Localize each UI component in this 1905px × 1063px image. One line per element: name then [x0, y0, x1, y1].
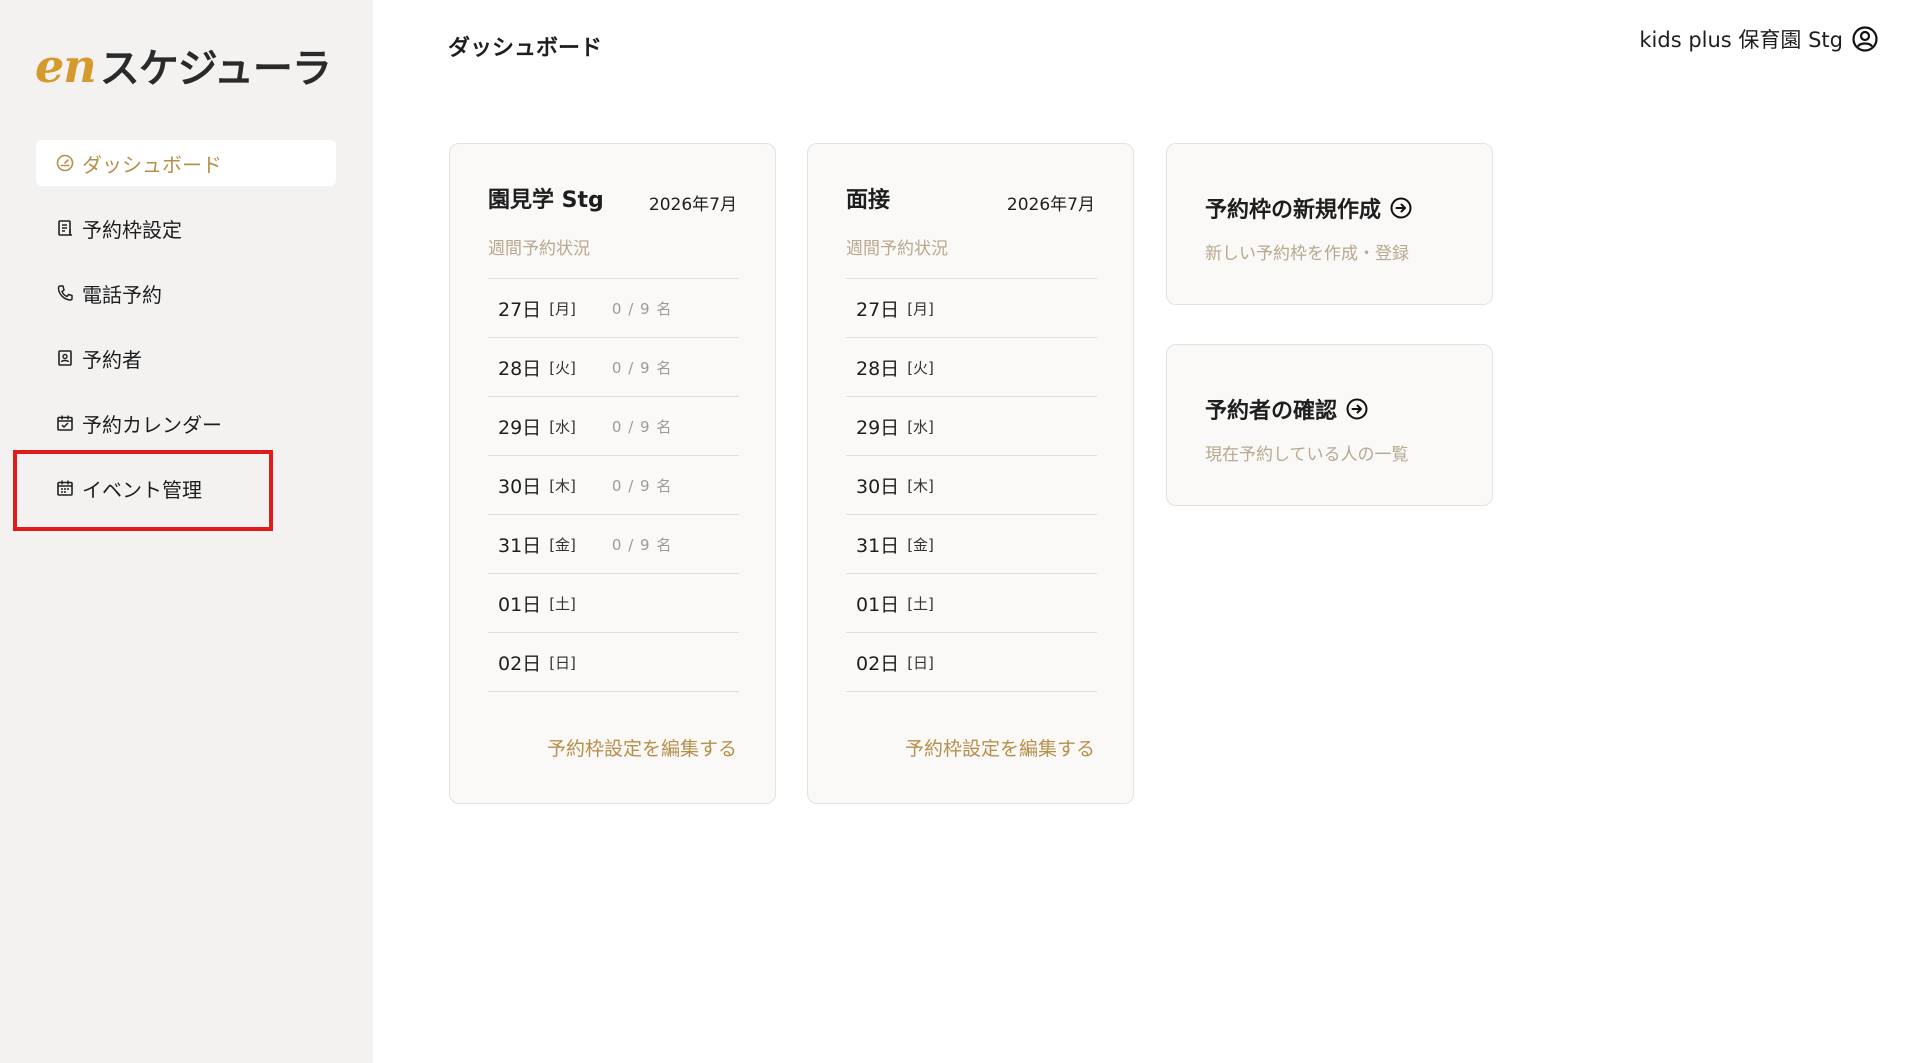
- weekly-list: 27日 [月] 28日 [火] 29日 [水] 30日 [木] 31日 [金] 01日 [土…: [846, 278, 1097, 692]
- row-day: 27日: [856, 298, 900, 321]
- sidebar-item-reservers[interactable]: 予約者: [36, 335, 336, 381]
- dashboard-gauge-icon: [54, 152, 76, 174]
- list-item: 28日 [火]: [846, 338, 1097, 397]
- sidebar-item-event-management[interactable]: イベント管理: [36, 465, 336, 511]
- row-day: 31日: [856, 534, 900, 557]
- row-day: 31日: [498, 534, 542, 557]
- card-title: 面接: [846, 188, 891, 213]
- row-day: 28日: [498, 357, 542, 380]
- action-subtitle: 新しい予約枠を作成・登録: [1205, 244, 1409, 264]
- list-item: 28日 [火] 0 / 9 名: [488, 338, 739, 397]
- sidebar-item-label: 予約カレンダー: [82, 412, 222, 437]
- row-weekday: [月]: [549, 299, 576, 318]
- sidebar: en スケジューラ ダッシュボード 予約枠設定 電話予約 予約者 予約カレンダー…: [0, 0, 373, 1063]
- sidebar-item-label: イベント管理: [82, 477, 202, 502]
- row-count: 0 / 9 名: [611, 535, 673, 554]
- row-weekday: [火]: [549, 358, 576, 377]
- row-day: 30日: [856, 475, 900, 498]
- list-item: 02日 [日]: [846, 633, 1097, 692]
- phone-icon: [54, 282, 76, 304]
- row-weekday: [日]: [549, 653, 576, 672]
- logo-en: en: [35, 39, 97, 93]
- row-day: 01日: [856, 593, 900, 616]
- sidebar-item-slot-settings[interactable]: 予約枠設定: [36, 205, 336, 251]
- row-day: 01日: [498, 593, 542, 616]
- list-item: 29日 [水] 0 / 9 名: [488, 397, 739, 456]
- user-account-icon: [1851, 25, 1879, 53]
- list-item: 27日 [月]: [846, 279, 1097, 338]
- row-weekday: [水]: [549, 417, 576, 436]
- person-file-icon: [54, 347, 76, 369]
- action-title: 予約枠の新規作成: [1205, 192, 1413, 224]
- list-item: 31日 [金]: [846, 515, 1097, 574]
- action-title: 予約者の確認: [1205, 393, 1369, 425]
- edit-slot-settings-link[interactable]: 予約枠設定を編集する: [547, 734, 737, 761]
- action-title-text: 予約枠の新規作成: [1205, 198, 1382, 223]
- row-day: 27日: [498, 298, 542, 321]
- sidebar-item-label: ダッシュボード: [82, 152, 222, 177]
- sidebar-item-dashboard[interactable]: ダッシュボード: [36, 140, 336, 186]
- arrow-circle-right-icon: [1345, 397, 1369, 421]
- schedule-card-interview: 面接 2026年7月 週間予約状況 27日 [月] 28日 [火] 29日 [水] 3…: [807, 143, 1134, 804]
- row-count: 0 / 9 名: [611, 417, 673, 436]
- row-day: 28日: [856, 357, 900, 380]
- list-item: 30日 [木]: [846, 456, 1097, 515]
- row-weekday: [日]: [907, 653, 934, 672]
- row-count: 0 / 9 名: [611, 299, 673, 318]
- card-subtitle: 週間予約状況: [488, 239, 590, 259]
- sidebar-item-phone-reservation[interactable]: 電話予約: [36, 270, 336, 316]
- user-name: kids plus 保育園 Stg: [1639, 28, 1843, 52]
- edit-slot-settings-link[interactable]: 予約枠設定を編集する: [905, 734, 1095, 761]
- calendar-check-icon: [54, 412, 76, 434]
- row-weekday: [月]: [907, 299, 934, 318]
- list-item: 01日 [土]: [846, 574, 1097, 633]
- logo-text: スケジューラ: [99, 46, 332, 92]
- list-item: 27日 [月] 0 / 9 名: [488, 279, 739, 338]
- card-month: 2026年7月: [1006, 195, 1095, 215]
- row-weekday: [土]: [907, 594, 934, 613]
- arrow-circle-right-icon: [1389, 196, 1413, 220]
- row-count: 0 / 9 名: [611, 358, 673, 377]
- list-item: 02日 [日]: [488, 633, 739, 692]
- row-weekday: [木]: [907, 476, 934, 495]
- row-day: 02日: [856, 652, 900, 675]
- row-day: 02日: [498, 652, 542, 675]
- row-count: 0 / 9 名: [611, 476, 673, 495]
- list-item: 01日 [土]: [488, 574, 739, 633]
- sidebar-item-label: 予約枠設定: [82, 217, 182, 242]
- row-weekday: [木]: [549, 476, 576, 495]
- calendar-icon: [54, 477, 76, 499]
- page-title: ダッシュボード: [448, 36, 603, 61]
- document-list-icon: [54, 217, 76, 239]
- list-item: 30日 [木] 0 / 9 名: [488, 456, 739, 515]
- row-weekday: [火]: [907, 358, 934, 377]
- row-day: 29日: [498, 416, 542, 439]
- row-day: 30日: [498, 475, 542, 498]
- row-weekday: [金]: [907, 535, 934, 554]
- card-subtitle: 週間予約状況: [846, 239, 948, 259]
- sidebar-item-label: 電話予約: [82, 282, 162, 307]
- row-weekday: [土]: [549, 594, 576, 613]
- view-reservers-card[interactable]: 予約者の確認 現在予約している人の一覧: [1166, 344, 1493, 506]
- schedule-card-tour: 園見学 Stg 2026年7月 週間予約状況 27日 [月] 0 / 9 名 28日…: [449, 143, 776, 804]
- row-day: 29日: [856, 416, 900, 439]
- card-title: 園見学 Stg: [488, 188, 604, 213]
- list-item: 29日 [水]: [846, 397, 1097, 456]
- card-month: 2026年7月: [648, 195, 737, 215]
- sidebar-item-reservation-calendar[interactable]: 予約カレンダー: [36, 400, 336, 446]
- sidebar-item-label: 予約者: [82, 347, 142, 372]
- user-menu[interactable]: kids plus 保育園 Stg: [1639, 24, 1879, 54]
- app-logo[interactable]: en スケジューラ: [35, 36, 332, 94]
- row-weekday: [金]: [549, 535, 576, 554]
- sidebar-nav: ダッシュボード 予約枠設定 電話予約 予約者 予約カレンダー イベント管理: [36, 140, 336, 530]
- list-item: 31日 [金] 0 / 9 名: [488, 515, 739, 574]
- weekly-list: 27日 [月] 0 / 9 名 28日 [火] 0 / 9 名 29日 [水] 0 / 9 …: [488, 278, 739, 692]
- action-subtitle: 現在予約している人の一覧: [1205, 445, 1409, 465]
- row-weekday: [水]: [907, 417, 934, 436]
- create-slot-card[interactable]: 予約枠の新規作成 新しい予約枠を作成・登録: [1166, 143, 1493, 305]
- action-title-text: 予約者の確認: [1205, 399, 1338, 424]
